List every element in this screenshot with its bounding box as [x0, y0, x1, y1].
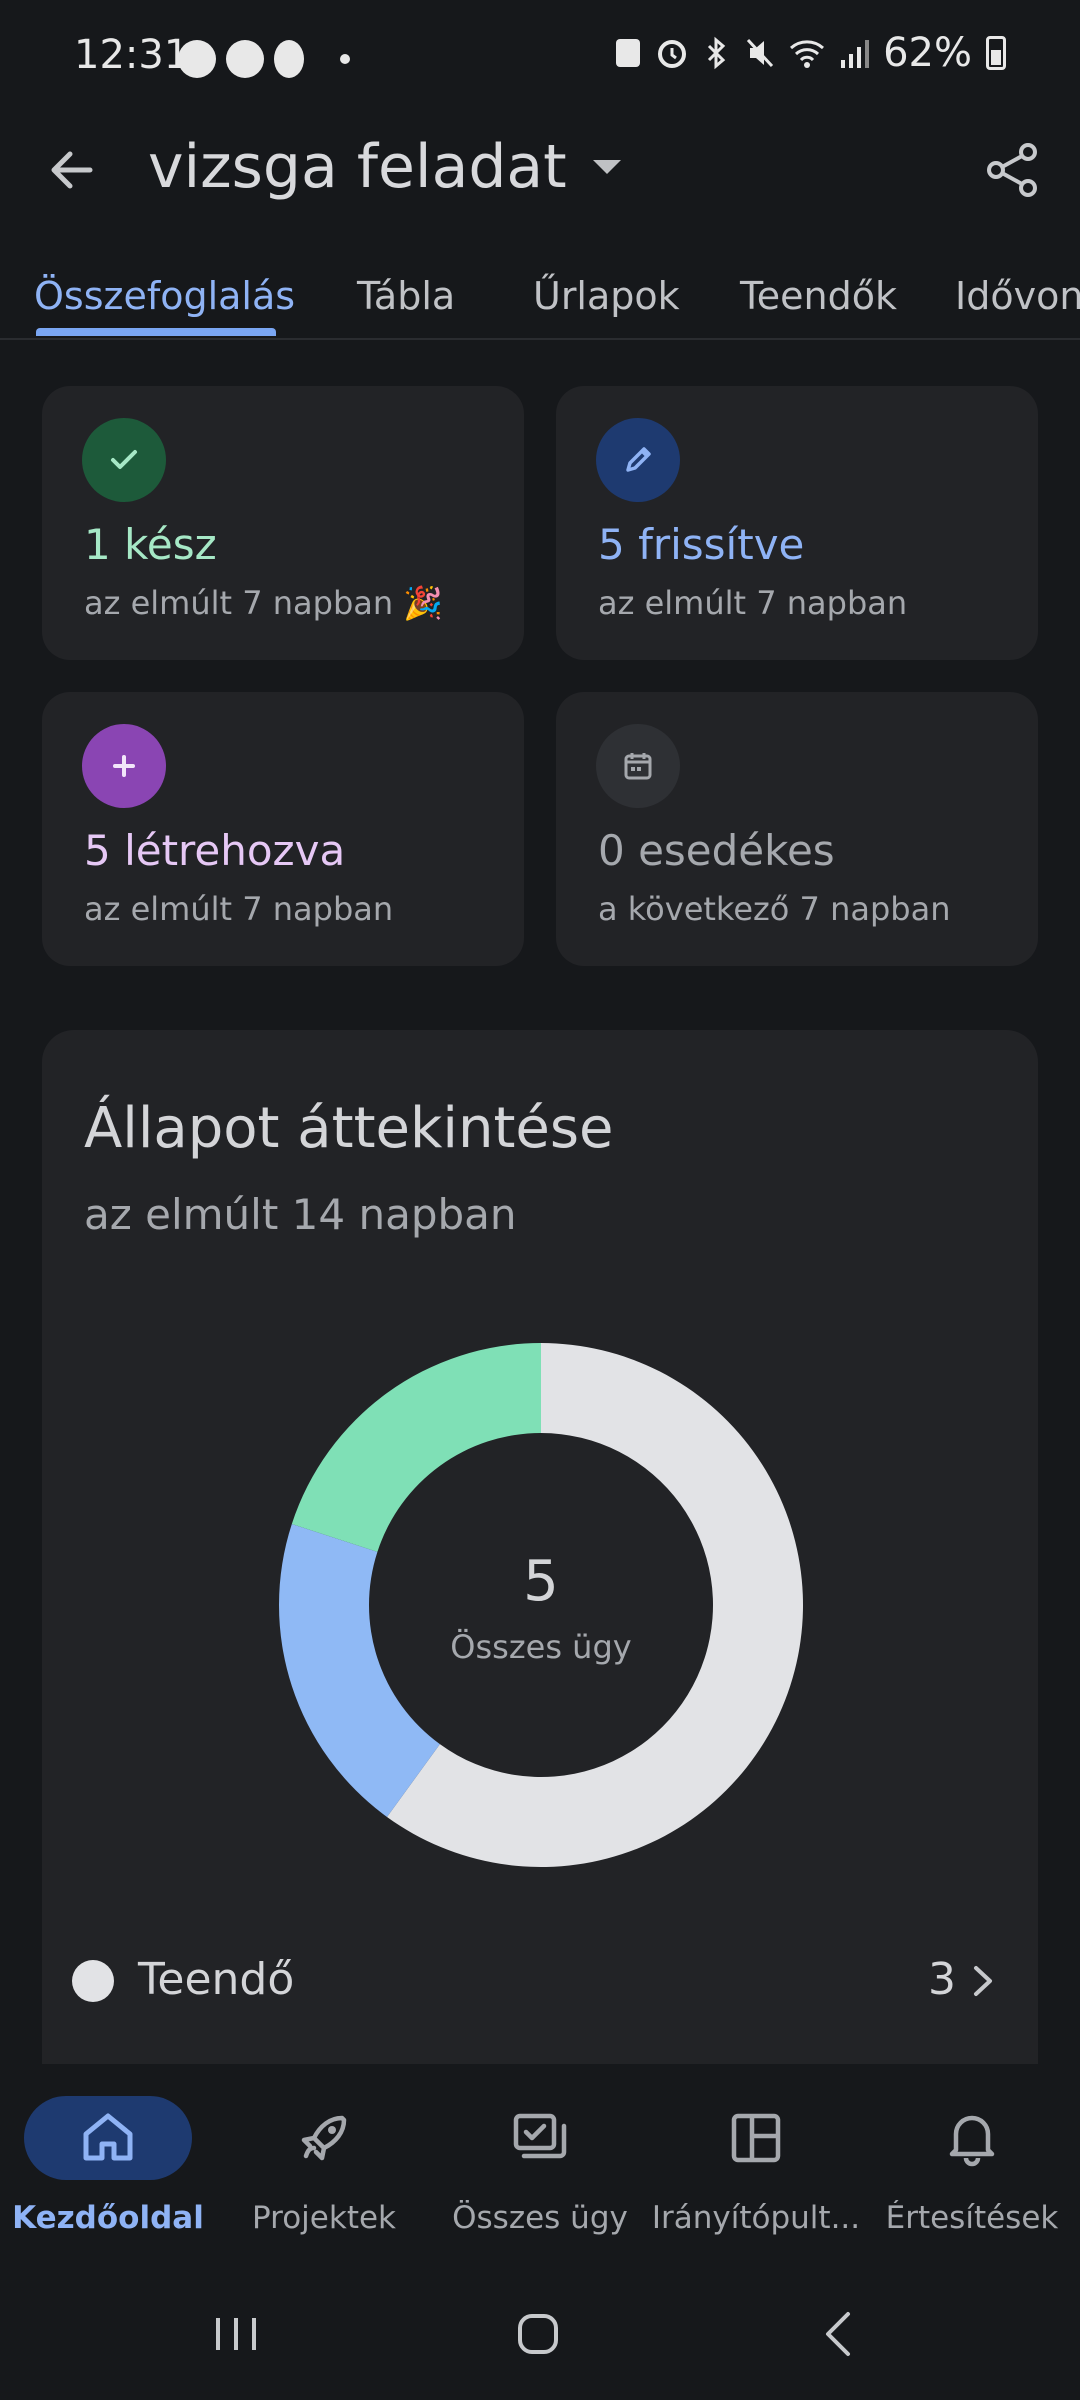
dashboard-icon — [731, 2113, 781, 2163]
legend-item-teendo[interactable]: Teendő 3 — [72, 1950, 1008, 2010]
card-updated[interactable]: 5 frissítve az elmúlt 7 napban — [556, 386, 1038, 660]
clipboard-icon — [616, 39, 641, 67]
home-icon — [83, 2113, 133, 2161]
notification-app-icon — [178, 40, 216, 78]
tab-timeline[interactable]: Idővona — [955, 274, 1080, 318]
bluetooth-icon — [708, 36, 726, 70]
project-title: vizsga feladat — [148, 132, 567, 202]
battery-percent: 62% — [883, 30, 972, 76]
legend-label: Teendő — [138, 1954, 295, 2005]
recent-apps-icon[interactable] — [196, 2294, 276, 2374]
nav-projects[interactable]: Projektek — [216, 2064, 432, 2264]
card-created[interactable]: 5 létrehozva az elmúlt 7 napban — [42, 692, 524, 966]
tab-forms[interactable]: Űrlapok — [533, 274, 680, 318]
legend-color-dot — [72, 1960, 114, 2002]
overview-title: Állapot áttekintése — [84, 1096, 614, 1161]
alarm-icon — [658, 40, 687, 68]
status-bar: 12:31 62% — [0, 0, 1080, 120]
tab-todos[interactable]: Teendők — [740, 274, 897, 318]
legend-count: 3 — [928, 1954, 956, 2005]
overview-subtitle: az elmúlt 14 napban — [84, 1190, 517, 1239]
notification-app-icon — [226, 40, 264, 78]
nav-projects-label: Projektek — [252, 2200, 396, 2236]
status-time: 12:31 — [74, 32, 190, 78]
app-bar: vizsga feladat — [0, 120, 1080, 220]
system-navigation-bar — [0, 2264, 1080, 2400]
status-overview-card: Állapot áttekintése az elmúlt 14 napban … — [42, 1030, 1038, 2070]
rocket-icon — [301, 2115, 347, 2161]
pencil-icon — [596, 418, 680, 502]
tab-board[interactable]: Tábla — [357, 274, 455, 318]
calendar-icon — [596, 724, 680, 808]
due-count: 0 esedékes — [598, 826, 835, 875]
nav-home-label: Kezdőoldal — [12, 2200, 204, 2236]
nav-all-issues-label: Összes ügy — [452, 2200, 628, 2236]
bell-icon — [949, 2115, 995, 2167]
updated-period: az elmúlt 7 napban — [598, 584, 908, 622]
created-count: 5 létrehozva — [84, 826, 346, 875]
back-button-icon[interactable] — [800, 2294, 880, 2374]
nav-notifications-label: Értesítések — [885, 2200, 1059, 2236]
more-notifications-dot-icon — [340, 54, 350, 64]
caret-down-icon — [592, 160, 621, 174]
donut-total-label: Összes ügy — [450, 1628, 631, 1666]
nav-notifications[interactable]: Értesítések — [864, 2064, 1080, 2264]
back-arrow-icon[interactable] — [40, 138, 104, 202]
battery-icon — [986, 36, 1006, 70]
tab-summary[interactable]: Összefoglalás — [34, 274, 295, 318]
chevron-right-icon — [974, 1966, 992, 1996]
bottom-navigation: Kezdőoldal Projektek Összes ügy Irányító… — [0, 2064, 1080, 2264]
checkmark-icon — [82, 418, 166, 502]
plus-icon — [82, 724, 166, 808]
project-title-dropdown[interactable]: vizsga feladat — [148, 132, 621, 202]
done-count: 1 kész — [84, 520, 217, 569]
card-done[interactable]: 1 kész az elmúlt 7 napban 🎉 — [42, 386, 524, 660]
status-donut-chart: 5 Összes ügy — [279, 1343, 804, 1867]
donut-slice-2 — [291, 1343, 541, 1552]
issues-icon — [513, 2113, 567, 2159]
donut-slice-1 — [279, 1524, 440, 1817]
mute-icon — [746, 38, 774, 68]
wifi-icon — [790, 40, 825, 68]
signal-icon — [841, 40, 870, 68]
updated-count: 5 frissítve — [598, 520, 805, 569]
due-period: a következő 7 napban — [598, 890, 951, 928]
tab-bar: Összefoglalás Tábla Űrlapok Teendők Időv… — [0, 260, 1080, 340]
donut-total: 5 — [523, 1549, 559, 1614]
nav-dashboards[interactable]: Irányítópult... — [648, 2064, 864, 2264]
home-button-icon[interactable] — [498, 2294, 578, 2374]
created-period: az elmúlt 7 napban — [84, 890, 394, 928]
notification-app-icon — [274, 40, 304, 78]
notification-icons — [178, 40, 350, 78]
system-icons: 62% — [613, 30, 1006, 76]
share-icon[interactable] — [980, 138, 1044, 202]
active-tab-indicator — [36, 328, 276, 336]
nav-all-issues[interactable]: Összes ügy — [432, 2064, 648, 2264]
nav-home[interactable]: Kezdőoldal — [0, 2064, 216, 2264]
nav-dashboards-label: Irányítópult... — [651, 2200, 861, 2236]
done-period: az elmúlt 7 napban 🎉 — [84, 584, 444, 622]
card-due[interactable]: 0 esedékes a következő 7 napban — [556, 692, 1038, 966]
